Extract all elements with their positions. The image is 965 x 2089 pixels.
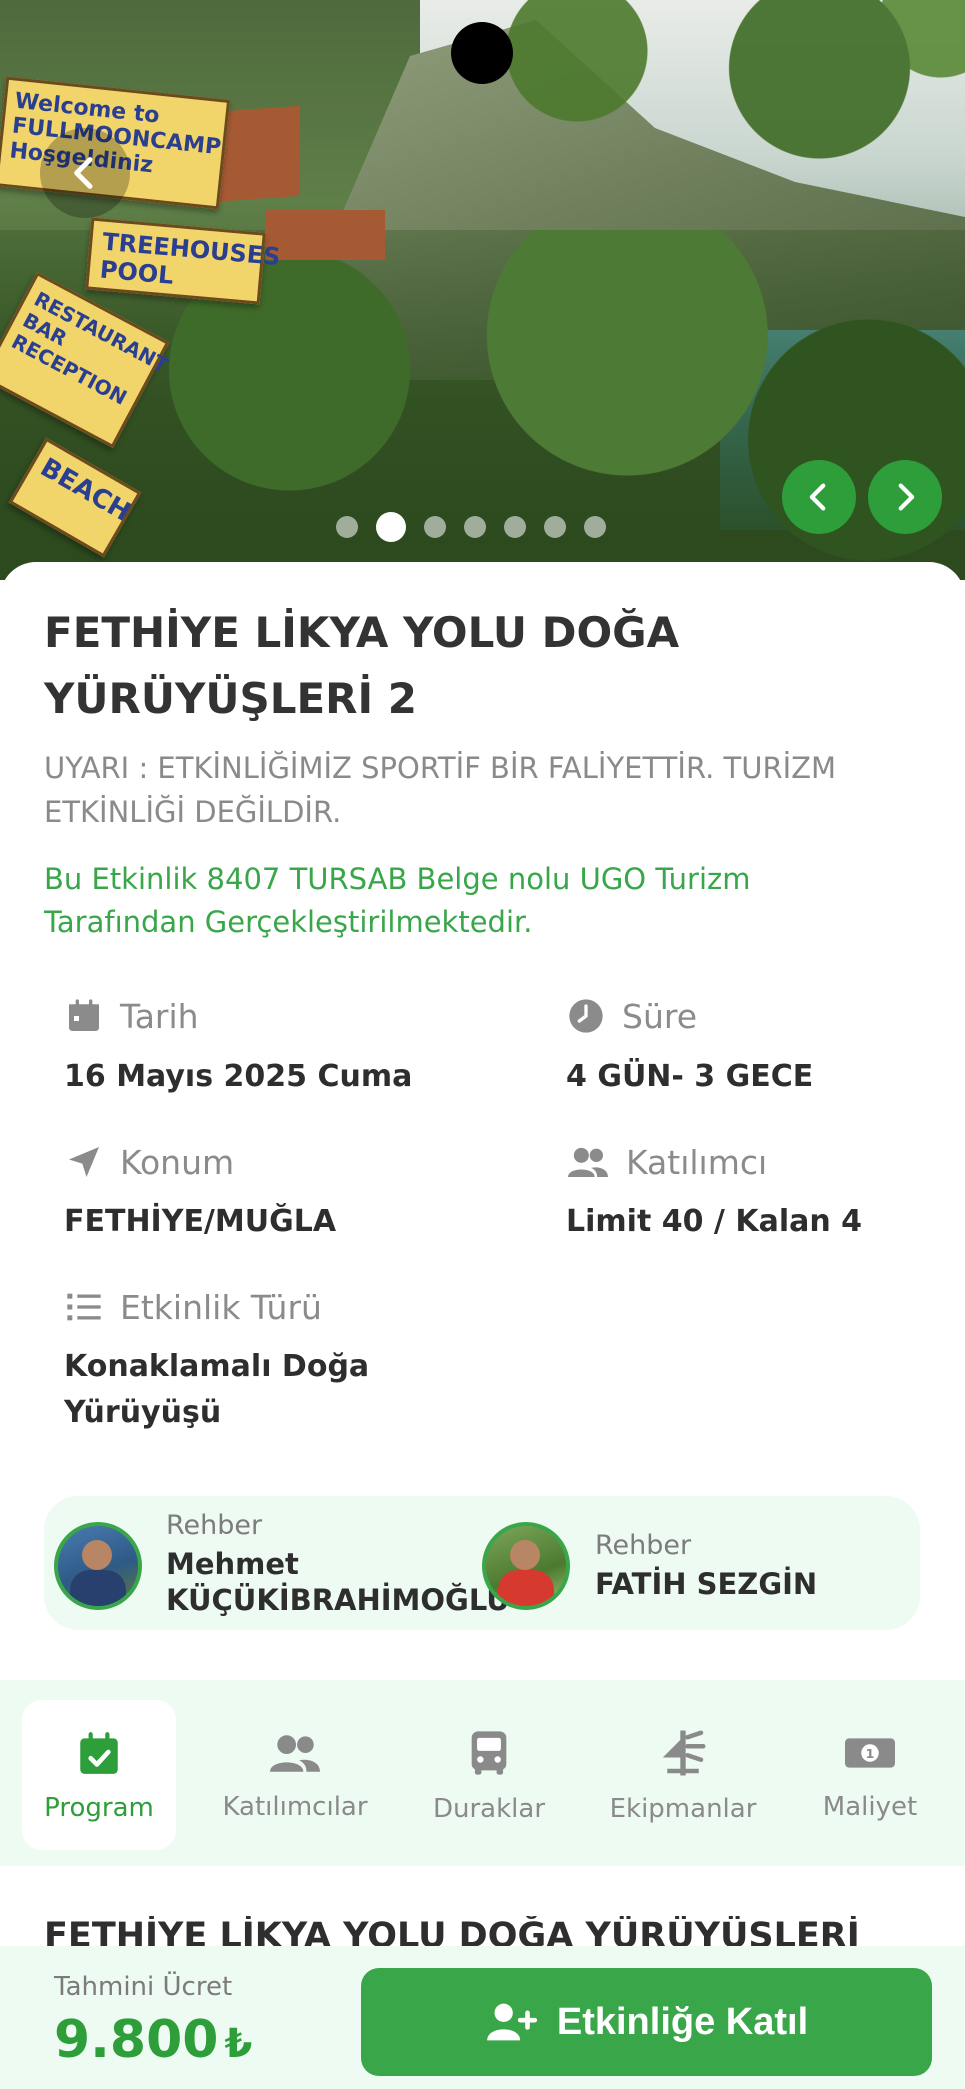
carousel-dot[interactable] bbox=[504, 516, 526, 538]
carousel-dot[interactable] bbox=[424, 516, 446, 538]
carousel-dot[interactable] bbox=[464, 516, 486, 538]
duration-value: 4 GÜN- 3 GECE bbox=[566, 1059, 814, 1094]
guide-avatar[interactable] bbox=[482, 1522, 570, 1610]
tab-equipment-label: Ekipmanlar bbox=[609, 1794, 757, 1824]
join-event-button[interactable]: Etkinliğe Katıl bbox=[361, 1968, 932, 2076]
join-event-label: Etkinliğe Katıl bbox=[556, 2000, 809, 2043]
event-type-value: Konaklamalı Doğa Yürüyüşü bbox=[64, 1349, 370, 1430]
carousel-next-button[interactable] bbox=[868, 460, 942, 534]
svg-text:1: 1 bbox=[866, 1746, 875, 1761]
price-value: 9.800 bbox=[54, 2010, 219, 2070]
program-heading: FETHİYE LİKYA YOLU DOĞA YÜRÜYÜŞLERİ bbox=[44, 1916, 860, 1950]
price-label: Tahmini Ücret bbox=[54, 1972, 233, 2002]
event-warning: UYARI : ETKİNLİĞİMİZ SPORTİF BİR FALİYET… bbox=[44, 751, 837, 829]
tab-participants-label: Katılımcılar bbox=[222, 1792, 368, 1822]
duration-label: Süre bbox=[566, 996, 697, 1036]
user-plus-icon bbox=[487, 2003, 537, 2041]
tab-cost[interactable]: 1 Maliyet bbox=[800, 1700, 940, 1850]
participants-label: Katılımcı bbox=[566, 1142, 767, 1182]
tab-program[interactable]: Program bbox=[22, 1700, 176, 1850]
duration-label-text: Süre bbox=[622, 996, 698, 1036]
carousel-dot[interactable] bbox=[336, 516, 358, 538]
guide-role: Rehber bbox=[595, 1530, 692, 1561]
calendar-icon bbox=[69, 999, 99, 1031]
list-icon bbox=[67, 1293, 101, 1321]
carousel-dot-active[interactable] bbox=[376, 512, 406, 542]
hero-hut-roof-2 bbox=[265, 210, 385, 260]
location-label: Konum bbox=[64, 1142, 234, 1182]
calendar-check-icon bbox=[80, 1732, 118, 1774]
chevron-left-icon bbox=[74, 157, 93, 189]
tab-stops[interactable]: Duraklar bbox=[412, 1700, 566, 1850]
tab-equipment[interactable]: Ekipmanlar bbox=[598, 1700, 768, 1850]
money-icon: 1 bbox=[845, 1738, 895, 1768]
tab-cost-label: Maliyet bbox=[822, 1792, 918, 1822]
price-value-row: 9.800 ₺ bbox=[54, 2010, 252, 2070]
users-icon bbox=[270, 1735, 320, 1772]
users-icon bbox=[568, 1147, 608, 1177]
guide-name[interactable]: FATİH SEZGİN bbox=[595, 1566, 817, 1602]
date-label: Tarih bbox=[64, 996, 199, 1036]
currency-symbol: ₺ bbox=[224, 2021, 253, 2067]
chevron-left-icon bbox=[809, 483, 826, 511]
location-label-text: Konum bbox=[120, 1142, 235, 1182]
event-title: FETHİYE LİKYA YOLU DOĞA YÜRÜYÜŞLERİ 2 bbox=[44, 608, 680, 723]
sign-treehouses: TREEHOUSES POOL bbox=[85, 217, 282, 305]
carousel-indicator bbox=[336, 512, 606, 542]
tab-program-label: Program bbox=[44, 1793, 154, 1823]
guide-role: Rehber bbox=[166, 1510, 263, 1541]
hero-foliage bbox=[480, 0, 965, 170]
tursab-note: Bu Etkinlik 8407 TURSAB Belge nolu UGO T… bbox=[44, 862, 751, 939]
bus-icon bbox=[471, 1731, 507, 1775]
date-value: 16 Mayıs 2025 Cuma bbox=[64, 1059, 413, 1094]
event-type-label-text: Etkinlik Türü bbox=[120, 1287, 322, 1327]
location-arrow-icon bbox=[69, 1147, 99, 1177]
participants-label-text: Katılımcı bbox=[626, 1142, 768, 1182]
clock-icon bbox=[569, 999, 603, 1033]
event-type-label: Etkinlik Türü bbox=[64, 1287, 322, 1327]
chevron-right-icon bbox=[898, 483, 915, 511]
carousel-dot[interactable] bbox=[544, 516, 566, 538]
equipment-icon bbox=[662, 1730, 706, 1776]
camera-notch bbox=[451, 22, 513, 84]
tab-stops-label: Duraklar bbox=[432, 1794, 546, 1824]
date-label-text: Tarih bbox=[120, 996, 199, 1036]
guide-name[interactable]: Mehmet KÜÇÜKİBRAHİMOĞLU bbox=[166, 1546, 510, 1618]
participants-value: Limit 40 / Kalan 4 bbox=[566, 1204, 863, 1239]
carousel-dot[interactable] bbox=[584, 516, 606, 538]
detail-tabs: Program Katılımcılar Duraklar Ekipmanlar… bbox=[0, 1680, 965, 1866]
hero-image-carousel[interactable]: Welcome to FULLMOONCAMP Hoşgeldiniz TREE… bbox=[0, 0, 965, 580]
tab-participants[interactable]: Katılımcılar bbox=[200, 1700, 390, 1850]
guide-avatar[interactable] bbox=[54, 1522, 142, 1610]
location-value: FETHİYE/MUĞLA bbox=[64, 1204, 337, 1239]
back-button[interactable] bbox=[40, 128, 130, 218]
carousel-prev-button[interactable] bbox=[782, 460, 856, 534]
